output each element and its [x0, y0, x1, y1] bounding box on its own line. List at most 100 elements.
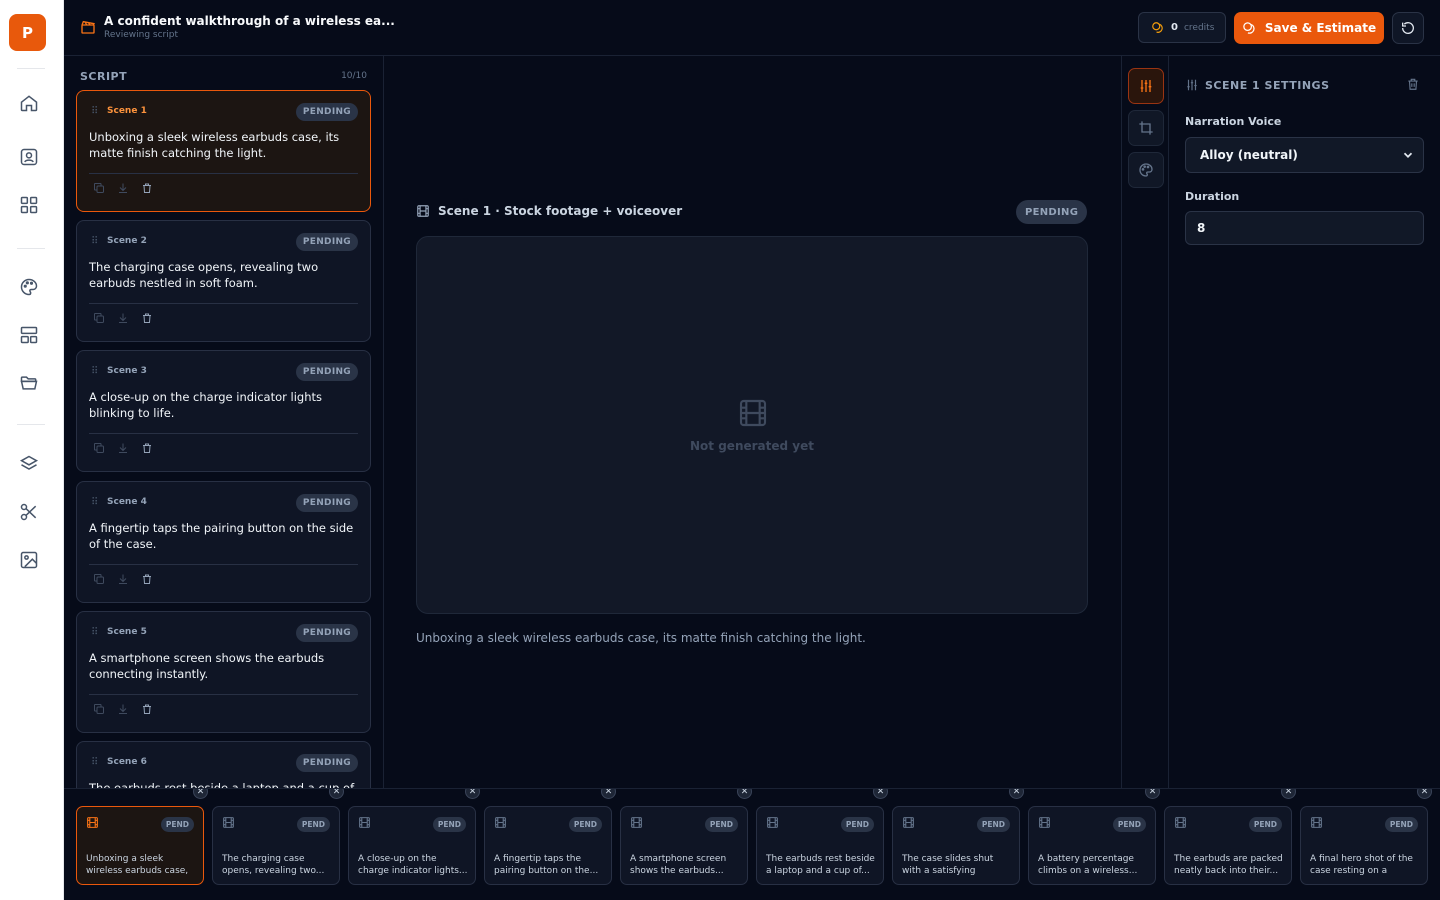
save-estimate-button[interactable]: Save & Estimate — [1234, 12, 1384, 44]
film-icon — [358, 816, 371, 829]
grid-icon[interactable] — [14, 190, 44, 220]
close-icon[interactable]: ✕ — [1145, 789, 1160, 799]
crop-tool-button[interactable] — [1128, 110, 1164, 146]
duplicate-icon[interactable] — [93, 182, 105, 194]
clip-text: The earbuds are packed neatly back into … — [1174, 854, 1283, 876]
film-icon — [630, 816, 643, 829]
divider — [89, 303, 358, 304]
scene-name: Scene 4 — [107, 497, 147, 507]
scene-text[interactable]: The charging case opens, revealing two e… — [89, 259, 357, 291]
rail-divider — [17, 424, 45, 425]
scene-card[interactable]: ⠿ Scene 1 PENDING Unboxing a sleek wirel… — [76, 90, 371, 212]
scene-text[interactable]: Unboxing a sleek wireless earbuds case, … — [89, 129, 357, 161]
narration-voice-select[interactable]: Alloy (neutral) — [1185, 137, 1424, 173]
film-icon — [766, 816, 779, 829]
refresh-button[interactable] — [1392, 12, 1424, 44]
timeline-clip[interactable]: PEND A close-up on the charge indicator … — [348, 806, 476, 885]
timeline-clip[interactable]: PEND The earbuds are packed neatly back … — [1164, 806, 1292, 885]
layers-icon[interactable] — [14, 449, 44, 479]
trash-icon[interactable] — [141, 182, 153, 194]
drag-handle-icon[interactable]: ⠿ — [91, 497, 98, 508]
credits-value: 0 — [1171, 22, 1178, 33]
scene-text[interactable]: A smartphone screen shows the earbuds co… — [89, 650, 357, 682]
close-icon[interactable]: ✕ — [1281, 789, 1296, 799]
duplicate-icon[interactable] — [93, 442, 105, 454]
duration-input[interactable]: 8 — [1185, 211, 1424, 245]
duplicate-icon[interactable] — [93, 573, 105, 585]
script-panel: SCRIPT 10/10 ⠿ Scene 1 PENDING Unboxing … — [64, 56, 384, 788]
home-icon[interactable] — [14, 88, 44, 118]
drag-handle-icon[interactable]: ⠿ — [91, 366, 98, 377]
coins-icon — [1242, 21, 1257, 36]
close-icon[interactable]: ✕ — [737, 789, 752, 799]
close-icon[interactable]: ✕ — [329, 789, 344, 799]
scene-card[interactable]: ⠿ Scene 3 PENDING A close-up on the char… — [76, 350, 371, 472]
scene-text[interactable]: A fingertip taps the pairing button on t… — [89, 520, 357, 552]
download-icon[interactable] — [117, 573, 129, 585]
download-icon[interactable] — [117, 182, 129, 194]
download-icon[interactable] — [117, 312, 129, 324]
divider — [89, 433, 358, 434]
scissors-icon[interactable] — [14, 497, 44, 527]
scene-name: Scene 5 — [107, 627, 147, 637]
timeline-clip[interactable]: PEND The charging case opens, revealing … — [212, 806, 340, 885]
status-badge: PENDING — [295, 624, 358, 642]
settings-tool-button[interactable] — [1128, 68, 1164, 104]
close-icon[interactable]: ✕ — [1417, 789, 1432, 799]
close-icon[interactable]: ✕ — [193, 789, 208, 799]
scene-name: Scene 6 — [107, 757, 147, 767]
scene-actions — [93, 573, 153, 585]
timeline-clip[interactable]: PEND A smartphone screen shows the earbu… — [620, 806, 748, 885]
close-icon[interactable]: ✕ — [1009, 789, 1024, 799]
scene-card[interactable]: ⠿ Scene 4 PENDING A fingertip taps the p… — [76, 481, 371, 603]
layout-icon[interactable] — [14, 320, 44, 350]
trash-icon[interactable] — [1406, 77, 1420, 91]
status-badge: PENDING — [295, 363, 358, 381]
scene-card[interactable]: ⠿ Scene 6 PENDING The earbuds rest besid… — [76, 741, 371, 788]
close-icon[interactable]: ✕ — [601, 789, 616, 799]
trash-icon[interactable] — [141, 312, 153, 324]
timeline-clip[interactable]: PEND The earbuds rest beside a laptop an… — [756, 806, 884, 885]
scene-text[interactable]: The earbuds rest beside a laptop and a c… — [89, 780, 357, 788]
video-preview[interactable]: Not generated yet — [416, 236, 1088, 614]
palette-icon[interactable] — [14, 272, 44, 302]
timeline-clip[interactable]: PEND A battery percentage climbs on a wi… — [1028, 806, 1156, 885]
timeline-clip[interactable]: PEND The case slides shut with a satisfy… — [892, 806, 1020, 885]
timeline-clip[interactable]: PEND A final hero shot of the case resti… — [1300, 806, 1428, 885]
film-icon — [737, 397, 769, 429]
timeline-clip[interactable]: PEND Unboxing a sleek wireless earbuds c… — [76, 806, 204, 885]
scene-card[interactable]: ⠿ Scene 2 PENDING The charging case open… — [76, 220, 371, 342]
scene-text[interactable]: A close-up on the charge indicator light… — [89, 389, 357, 421]
drag-handle-icon[interactable]: ⠿ — [91, 627, 98, 638]
trash-icon[interactable] — [141, 442, 153, 454]
close-icon[interactable]: ✕ — [465, 789, 480, 799]
chevron-down-icon — [1401, 148, 1415, 162]
project-title: A confident walkthrough of a wireless ea… — [104, 14, 395, 28]
duplicate-icon[interactable] — [93, 312, 105, 324]
divider — [89, 694, 358, 695]
status-badge: PEND — [432, 817, 466, 832]
style-tool-button[interactable] — [1128, 152, 1164, 188]
credits-display[interactable]: 0 credits — [1138, 12, 1226, 43]
film-icon — [902, 816, 915, 829]
image-icon[interactable] — [14, 545, 44, 575]
scene-card[interactable]: ⠿ Scene 5 PENDING A smartphone screen sh… — [76, 611, 371, 733]
download-icon[interactable] — [117, 442, 129, 454]
film-icon — [1038, 816, 1051, 829]
timeline-clip[interactable]: PEND A fingertip taps the pairing button… — [484, 806, 612, 885]
duplicate-icon[interactable] — [93, 703, 105, 715]
status-badge: PEND — [160, 817, 194, 832]
drag-handle-icon[interactable]: ⠿ — [91, 106, 98, 117]
drag-handle-icon[interactable]: ⠿ — [91, 757, 98, 768]
folder-icon[interactable] — [14, 368, 44, 398]
close-icon[interactable]: ✕ — [873, 789, 888, 799]
clip-text: A close-up on the charge indicator light… — [358, 854, 468, 876]
trash-icon[interactable] — [141, 703, 153, 715]
trash-icon[interactable] — [141, 573, 153, 585]
avatar-icon[interactable] — [14, 142, 44, 172]
clip-text: The charging case opens, revealing two..… — [222, 854, 325, 876]
film-icon — [1310, 816, 1323, 829]
app-logo[interactable]: P — [9, 14, 46, 51]
drag-handle-icon[interactable]: ⠿ — [91, 236, 98, 247]
download-icon[interactable] — [117, 703, 129, 715]
